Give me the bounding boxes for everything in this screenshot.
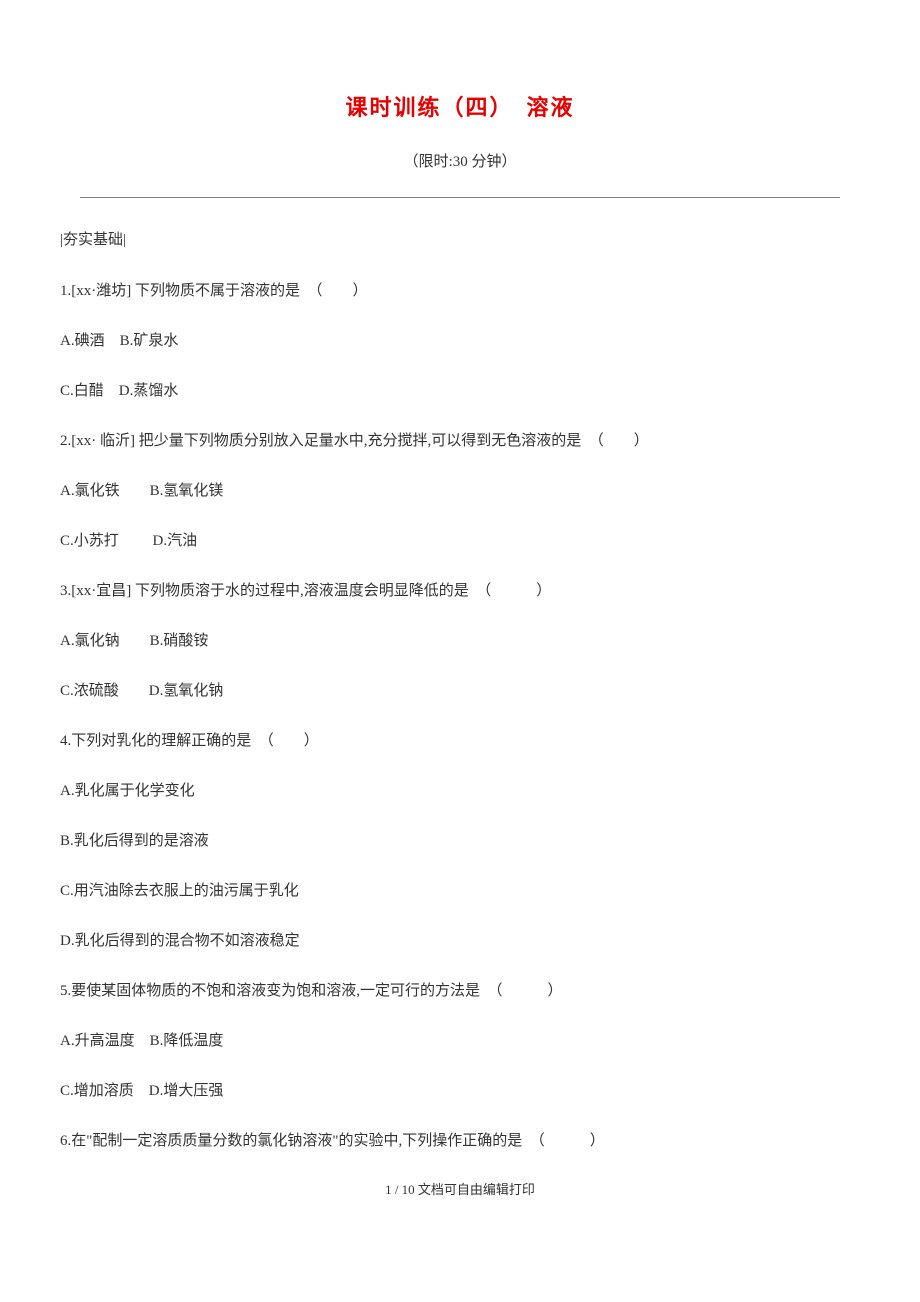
question-1-stem: 1.[xx·潍坊] 下列物质不属于溶液的是 （ ） bbox=[60, 279, 860, 303]
question-5-stem: 5.要使某固体物质的不饱和溶液变为饱和溶液,一定可行的方法是 （ ） bbox=[60, 979, 860, 1003]
question-3-options-line-2: C.浓硫酸 D.氢氧化钠 bbox=[60, 679, 860, 703]
question-5-options-line-2: C.增加溶质 D.增大压强 bbox=[60, 1079, 860, 1103]
question-4-option-c: C.用汽油除去衣服上的油污属于乳化 bbox=[60, 879, 860, 903]
question-3-options-line-1: A.氯化钠 B.硝酸铵 bbox=[60, 629, 860, 653]
section-label: |夯实基础| bbox=[60, 228, 860, 249]
page-footer: 1 / 10 文档可自由编辑打印 bbox=[60, 1179, 860, 1198]
question-2-options-line-1: A.氯化铁 B.氢氧化镁 bbox=[60, 479, 860, 503]
question-3-stem: 3.[xx·宜昌] 下列物质溶于水的过程中,溶液温度会明显降低的是 （ ） bbox=[60, 579, 860, 603]
question-6-stem: 6.在"配制一定溶质质量分数的氯化钠溶液"的实验中,下列操作正确的是 （ ） bbox=[60, 1129, 860, 1153]
question-4-stem: 4.下列对乳化的理解正确的是 （ ） bbox=[60, 729, 860, 753]
page-title: 课时训练（四） 溶液 bbox=[60, 90, 860, 122]
time-limit: （限时:30 分钟） bbox=[60, 150, 860, 171]
question-2-options-line-2: C.小苏打 D.汽油 bbox=[60, 529, 860, 553]
divider bbox=[80, 197, 840, 198]
question-4-option-b: B.乳化后得到的是溶液 bbox=[60, 829, 860, 853]
question-2-stem: 2.[xx· 临沂] 把少量下列物质分别放入足量水中,充分搅拌,可以得到无色溶液… bbox=[60, 429, 860, 453]
question-4-option-d: D.乳化后得到的混合物不如溶液稳定 bbox=[60, 929, 860, 953]
question-5-options-line-1: A.升高温度 B.降低温度 bbox=[60, 1029, 860, 1053]
question-4-option-a: A.乳化属于化学变化 bbox=[60, 779, 860, 803]
question-1-options-line-2: C.白醋 D.蒸馏水 bbox=[60, 379, 860, 403]
question-1-options-line-1: A.碘酒 B.矿泉水 bbox=[60, 329, 860, 353]
